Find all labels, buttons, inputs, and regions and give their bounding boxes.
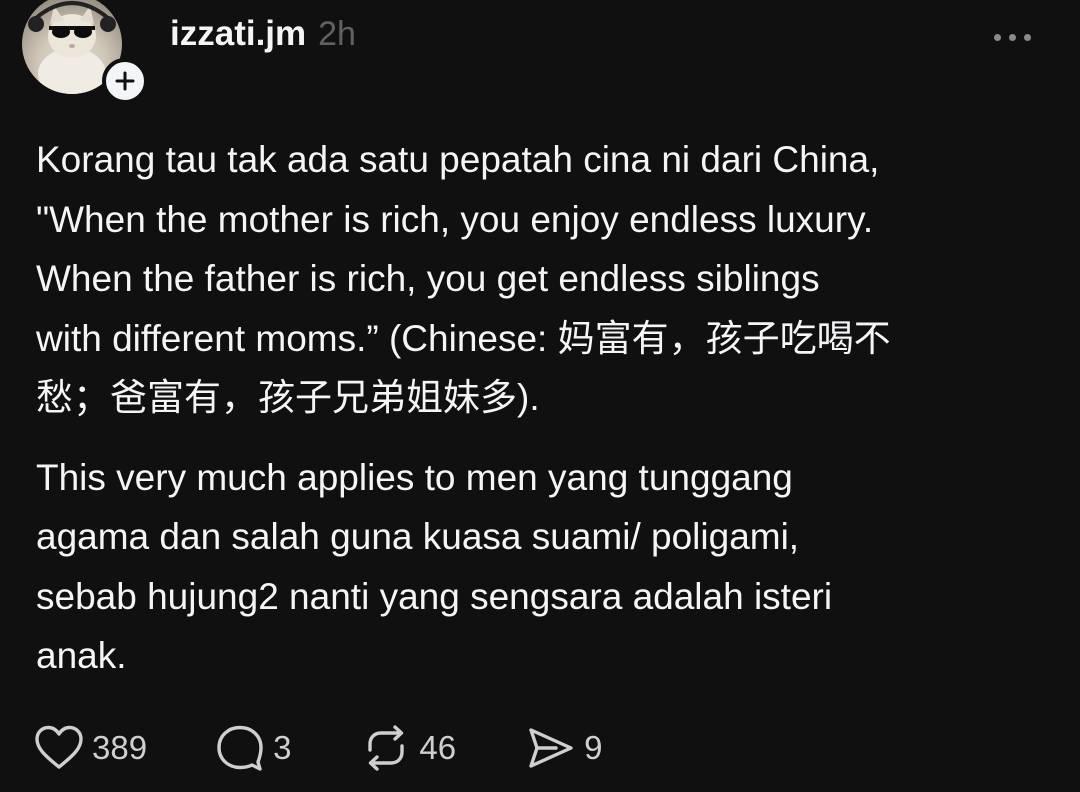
post-header-avatar xyxy=(22,0,152,104)
like-button[interactable]: 389 xyxy=(34,725,147,771)
ellipsis-icon xyxy=(993,33,1001,41)
repost-icon xyxy=(368,725,405,771)
follow-button[interactable] xyxy=(102,58,148,104)
post-text: Korang tau tak ada satu pepatah cina ni … xyxy=(36,130,1046,686)
more-options-button[interactable] xyxy=(982,22,1042,52)
like-count: 389 xyxy=(92,729,148,766)
send-icon xyxy=(529,728,573,768)
author-username[interactable]: izzati.jm xyxy=(170,14,306,54)
ellipsis-icon xyxy=(1008,33,1016,41)
post-header: izzati.jm 2h xyxy=(170,14,356,58)
post-timestamp: 2h xyxy=(318,15,356,53)
post-paragraph: This very much applies to men yang tungg… xyxy=(36,456,833,677)
speech-bubble-icon xyxy=(217,725,263,771)
post-actions-bar: 389 3 46 9 xyxy=(34,718,603,778)
repost-button[interactable]: 46 xyxy=(361,724,456,772)
share-button[interactable]: 9 xyxy=(526,725,603,771)
ellipsis-icon xyxy=(1023,33,1031,41)
share-count: 9 xyxy=(584,729,603,766)
reply-count: 3 xyxy=(273,729,292,766)
post-paragraph: Korang tau tak ada satu pepatah cina ni … xyxy=(36,139,891,418)
plus-icon xyxy=(115,71,135,91)
heart-icon xyxy=(35,725,83,769)
reply-button[interactable]: 3 xyxy=(215,724,291,772)
repost-count: 46 xyxy=(419,729,457,766)
